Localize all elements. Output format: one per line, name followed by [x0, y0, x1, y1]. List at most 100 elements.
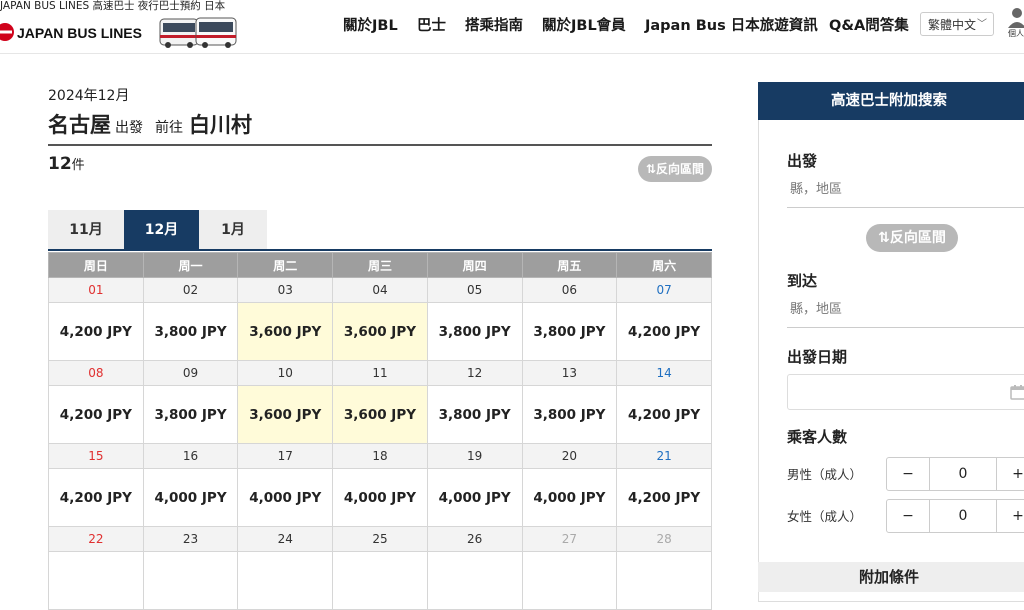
- date-cell: 17: [237, 443, 334, 469]
- female-count[interactable]: 0: [929, 499, 997, 533]
- price-cell[interactable]: 3,800 JPY: [426, 385, 523, 444]
- price-cell[interactable]: 4,200 JPY: [616, 385, 712, 444]
- panel-title: 高速巴士附加搜索: [758, 82, 1024, 120]
- male-minus-button[interactable]: −: [886, 457, 930, 491]
- reverse-route-button[interactable]: ⇅反向區間: [638, 156, 712, 182]
- tab-december[interactable]: 12月: [124, 210, 199, 250]
- nav-about-jbl[interactable]: 關於JBL: [343, 14, 398, 35]
- date-cell: 13: [521, 360, 618, 386]
- price-cell[interactable]: 3,800 JPY: [426, 302, 523, 361]
- departure-date-input[interactable]: [787, 374, 1024, 410]
- price-row: 4,200 JPY 3,800 JPY 3,600 JPY 3,600 JPY …: [48, 385, 712, 444]
- price-cell: [332, 551, 428, 610]
- price-cell[interactable]: 4,200 JPY: [48, 302, 144, 361]
- price-cell[interactable]: 3,800 JPY: [521, 302, 618, 361]
- date-row: 22 23 24 25 26 27 28: [48, 526, 712, 552]
- header-divider: [0, 53, 1024, 54]
- logo-text: JAPAN BUS LINES: [17, 25, 142, 41]
- date-cell: 04: [332, 277, 428, 303]
- calendar-icon[interactable]: [1010, 384, 1024, 400]
- date-cell: 22: [48, 526, 144, 552]
- female-plus-button[interactable]: +: [996, 499, 1024, 533]
- price-cell[interactable]: 4,000 JPY: [426, 468, 523, 527]
- jbl-logo[interactable]: JAPAN BUS LINES: [0, 16, 240, 48]
- price-cell[interactable]: 4,200 JPY: [616, 302, 712, 361]
- date-cell: 19: [426, 443, 523, 469]
- male-count[interactable]: 0: [929, 457, 997, 491]
- price-cell[interactable]: 3,800 JPY: [142, 302, 239, 361]
- tabs-underline: [48, 249, 712, 251]
- date-cell: 16: [142, 443, 239, 469]
- female-minus-button[interactable]: −: [886, 499, 930, 533]
- price-cell[interactable]: 4,000 JPY: [332, 468, 428, 527]
- weekday-header-row: 周日 周一 周二 周三 周四 周五 周六: [48, 252, 712, 278]
- arrival-underline: [787, 327, 1024, 328]
- tab-january[interactable]: 1月: [199, 210, 267, 250]
- price-row: 4,200 JPY 4,000 JPY 4,000 JPY 4,000 JPY …: [48, 468, 712, 527]
- date-cell: 23: [142, 526, 239, 552]
- count-number: 12: [48, 154, 72, 174]
- male-adult-stepper: − 0 +: [886, 457, 1024, 491]
- price-cell[interactable]: 4,200 JPY: [48, 468, 144, 527]
- date-cell: 15: [48, 443, 144, 469]
- depart-label: 出發: [115, 120, 143, 136]
- nav-travel-info[interactable]: Japan Bus 日本旅遊資訊: [645, 14, 818, 35]
- date-cell: 07: [616, 277, 712, 303]
- price-cell[interactable]: 4,000 JPY: [142, 468, 239, 527]
- price-cell[interactable]: 4,200 JPY: [616, 468, 712, 527]
- extra-conditions-toggle[interactable]: 附加條件: [758, 566, 1020, 587]
- account-label[interactable]: 個人: [1008, 28, 1024, 39]
- date-cell: 14: [616, 360, 712, 386]
- site-tagline: JAPAN BUS LINES 高速巴士 夜行巴士預約 日本: [0, 0, 226, 12]
- nav-bus[interactable]: 巴士: [417, 14, 446, 35]
- date-cell: 10: [237, 360, 334, 386]
- language-value: 繁體中文: [928, 18, 977, 32]
- price-cell-cheapest[interactable]: 3,600 JPY: [332, 385, 428, 444]
- origin: 名古屋: [48, 113, 111, 137]
- date-cell: 11: [332, 360, 428, 386]
- price-cell[interactable]: 4,200 JPY: [48, 385, 144, 444]
- tab-november[interactable]: 11月: [48, 210, 124, 250]
- arrival-label: 到达: [787, 272, 818, 290]
- date-cell: 02: [142, 277, 239, 303]
- female-adult-label: 女性（成人）: [787, 509, 863, 524]
- price-cell: [48, 551, 144, 610]
- date-row: 01 02 03 04 05 06 07: [48, 277, 712, 303]
- date-cell: 25: [332, 526, 428, 552]
- date-cell: 26: [426, 526, 523, 552]
- female-adult-stepper: − 0 +: [886, 499, 1024, 533]
- departure-field[interactable]: 縣，地區: [790, 178, 842, 197]
- weekday-fri: 周五: [521, 252, 618, 278]
- passengers-label: 乘客人數: [787, 428, 848, 446]
- price-row: 4,200 JPY 3,800 JPY 3,600 JPY 3,600 JPY …: [48, 302, 712, 361]
- date-row: 08 09 10 11 12 13 14: [48, 360, 712, 386]
- price-cell-cheapest[interactable]: 3,600 JPY: [237, 302, 334, 361]
- year-month: 2024年12月: [48, 88, 130, 104]
- weekday-sun: 周日: [48, 252, 144, 278]
- route-title: 名古屋 出發 前往 白川村: [48, 109, 252, 139]
- date-cell: 21: [616, 443, 712, 469]
- arrival-field[interactable]: 縣，地區: [790, 298, 842, 317]
- price-cell-cheapest[interactable]: 3,600 JPY: [237, 385, 334, 444]
- price-cell[interactable]: 3,800 JPY: [142, 385, 239, 444]
- panel-reverse-button[interactable]: ⇅反向區間: [866, 224, 958, 252]
- price-row: [48, 551, 712, 610]
- date-cell: 12: [426, 360, 523, 386]
- departure-label: 出發: [787, 152, 818, 170]
- language-select[interactable]: 繁體中文 ﹀: [920, 12, 994, 36]
- weekday-wed: 周三: [332, 252, 428, 278]
- nav-faq[interactable]: Q&A問答集: [829, 14, 909, 35]
- price-cell-cheapest[interactable]: 3,600 JPY: [332, 302, 428, 361]
- price-cell[interactable]: 4,000 JPY: [237, 468, 334, 527]
- price-cell[interactable]: 3,800 JPY: [521, 385, 618, 444]
- price-cell: [616, 551, 712, 610]
- date-cell: 28: [616, 526, 712, 552]
- date-cell: 24: [237, 526, 334, 552]
- nav-membership[interactable]: 關於JBL會員: [542, 14, 626, 35]
- male-plus-button[interactable]: +: [996, 457, 1024, 491]
- price-cell[interactable]: 4,000 JPY: [521, 468, 618, 527]
- nav-boarding-guide[interactable]: 搭乘指南: [465, 14, 523, 35]
- date-cell: 06: [521, 277, 618, 303]
- date-cell: 05: [426, 277, 523, 303]
- result-count: 12件: [48, 154, 85, 174]
